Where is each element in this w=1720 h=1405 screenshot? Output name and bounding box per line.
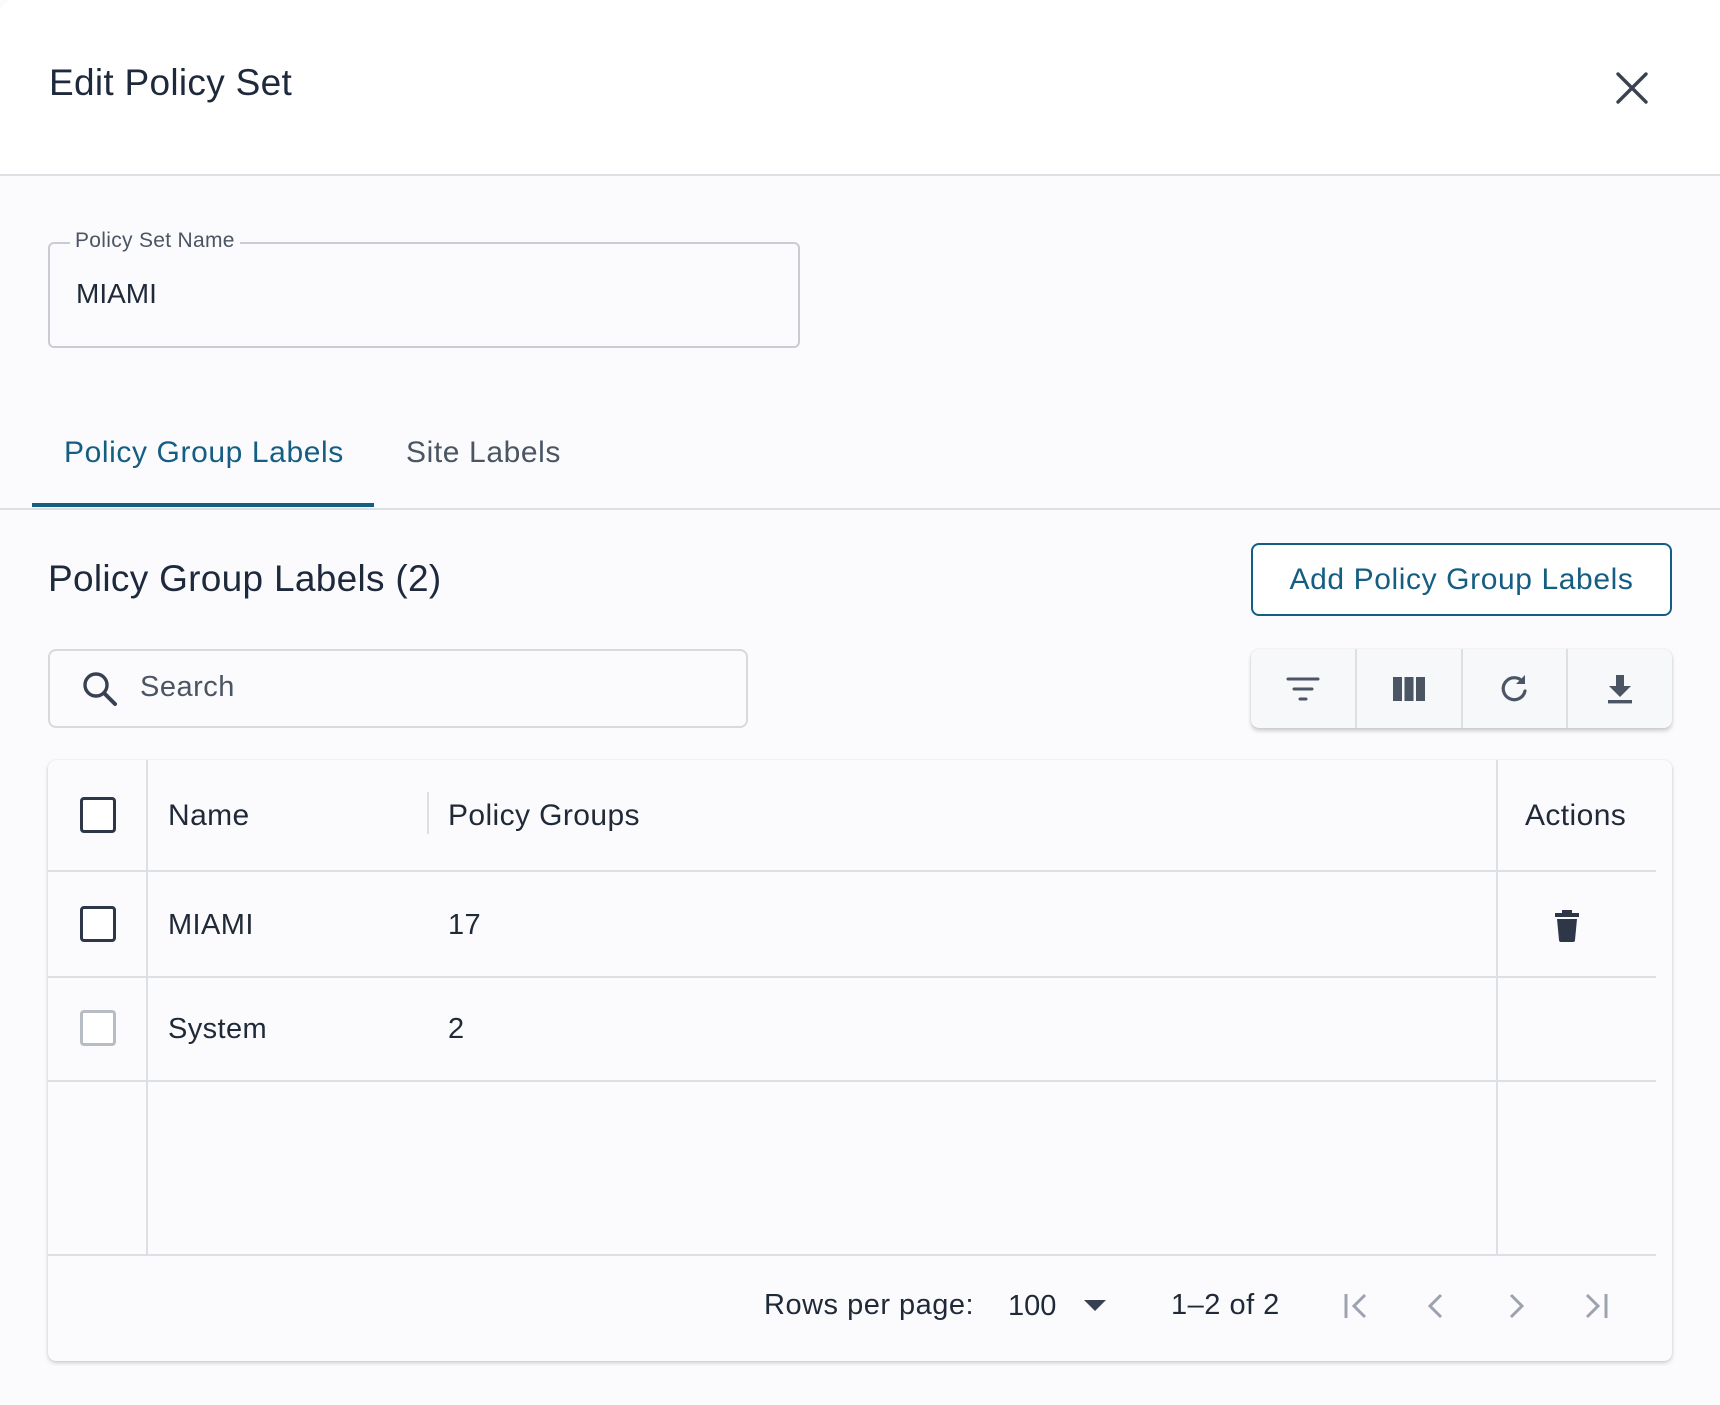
search-box[interactable] [48, 649, 748, 728]
columns-icon [1392, 676, 1425, 701]
row-policy-groups: 17 [448, 909, 482, 941]
row-name: MIAMI [168, 909, 254, 941]
refresh-button[interactable] [1463, 649, 1569, 728]
policy-set-name-label: Policy Set Name [70, 229, 240, 253]
trash-icon [1555, 910, 1579, 942]
tab-policy-group-labels[interactable]: Policy Group Labels [64, 436, 344, 470]
select-all-checkbox[interactable] [80, 797, 116, 833]
row-checkbox[interactable] [80, 906, 116, 942]
row-divider [48, 1080, 1656, 1082]
first-page-button[interactable] [1332, 1282, 1380, 1330]
column-divider [1496, 760, 1498, 1255]
tab-bar: Policy Group Labels Site Labels [0, 412, 1720, 510]
policy-set-name-field[interactable]: Policy Set Name [48, 229, 800, 348]
active-tab-indicator [32, 503, 374, 507]
last-page-icon [1585, 1293, 1608, 1319]
column-resize-handle[interactable] [427, 792, 429, 834]
column-header-policy-groups[interactable]: Policy Groups [448, 799, 640, 833]
chevron-left-icon [1427, 1293, 1443, 1319]
dialog-header: Edit Policy Set [0, 0, 1720, 176]
column-header-name[interactable]: Name [168, 799, 250, 833]
columns-button[interactable] [1357, 649, 1463, 728]
policy-group-labels-table: Name Policy Groups Actions MIAMI 17 Syst… [48, 760, 1672, 1361]
column-header-actions: Actions [1525, 799, 1627, 832]
next-page-button[interactable] [1492, 1282, 1540, 1330]
tab-site-labels[interactable]: Site Labels [406, 436, 561, 470]
refresh-icon [1502, 674, 1527, 701]
dialog-title: Edit Policy Set [49, 62, 293, 103]
download-button[interactable] [1568, 649, 1672, 728]
rows-per-page-label: Rows per page: [764, 1289, 975, 1321]
policy-set-name-input[interactable] [76, 278, 766, 310]
table-toolbar [1251, 649, 1672, 728]
search-icon [83, 672, 117, 706]
previous-page-button[interactable] [1412, 1282, 1460, 1330]
close-button[interactable] [1606, 62, 1658, 114]
chevron-right-icon [1509, 1293, 1525, 1319]
row-policy-groups: 2 [448, 1013, 465, 1045]
first-page-icon [1344, 1293, 1367, 1319]
add-policy-group-labels-button[interactable]: Add Policy Group Labels [1251, 543, 1672, 616]
section-title: Policy Group Labels (2) [48, 558, 442, 599]
last-page-button[interactable] [1572, 1282, 1620, 1330]
row-checkbox-disabled [80, 1010, 116, 1046]
row-name: System [168, 1013, 268, 1045]
rows-per-page-select[interactable]: 100 [1008, 1284, 1118, 1328]
download-icon [1608, 674, 1633, 703]
column-divider [146, 760, 148, 1255]
filter-icon [1286, 677, 1320, 700]
row-divider [48, 976, 1656, 978]
caret-down-icon [1084, 1300, 1106, 1311]
pagination-range: 1–2 of 2 [1171, 1289, 1280, 1321]
search-input[interactable] [140, 671, 720, 704]
close-icon [1616, 72, 1648, 104]
delete-row-button[interactable] [1555, 910, 1579, 947]
filter-button[interactable] [1251, 649, 1357, 728]
header-divider [48, 870, 1656, 872]
footer-divider [48, 1254, 1656, 1256]
rows-per-page-value: 100 [1008, 1289, 1057, 1322]
